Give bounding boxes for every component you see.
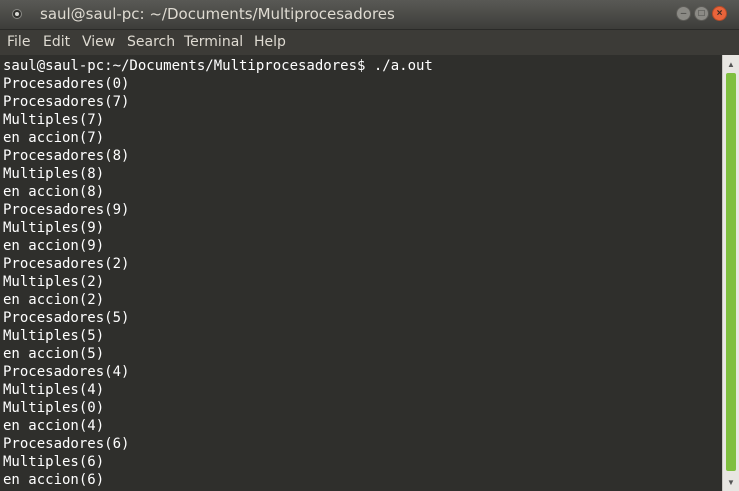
scrollbar-thumb[interactable] — [726, 73, 736, 471]
maximize-icon[interactable]: □ — [694, 6, 709, 21]
menu-search[interactable]: Search — [127, 34, 175, 50]
terminal-line: Procesadores(0) — [3, 76, 130, 92]
terminal-line: en accion(2) — [3, 292, 105, 308]
terminal-line: en accion(7) — [3, 130, 105, 146]
terminal-line: en accion(6) — [3, 472, 105, 488]
menu-bar: File Edit View Search Terminal Help — [0, 30, 739, 55]
terminal-line: en accion(5) — [3, 346, 105, 362]
menu-file[interactable]: File — [7, 34, 30, 50]
terminal-line: en accion(8) — [3, 184, 105, 200]
terminal-line: Multiples(5) — [3, 328, 105, 344]
terminal-line: Procesadores(4) — [3, 364, 130, 380]
terminal-line: Multiples(7) — [3, 112, 105, 128]
arrow-down-icon[interactable]: ▼ — [723, 475, 739, 489]
terminal-line: Multiples(2) — [3, 274, 105, 290]
title-bar[interactable]: saul@saul-pc: ~/Documents/Multiprocesado… — [0, 0, 739, 30]
menu-terminal[interactable]: Terminal — [184, 34, 243, 50]
terminal-line: Procesadores(8) — [3, 148, 130, 164]
menu-help[interactable]: Help — [254, 34, 286, 50]
terminal-line: Procesadores(6) — [3, 436, 130, 452]
terminal-line: Procesadores(5) — [3, 310, 130, 326]
terminal-line: Procesadores(2) — [3, 256, 130, 272]
terminal-line: Multiples(0) — [3, 400, 105, 416]
terminal-line: Multiples(6) — [3, 454, 105, 470]
terminal-line: Procesadores(9) — [3, 202, 130, 218]
minimize-icon[interactable]: – — [676, 6, 691, 21]
terminal-window: saul@saul-pc: ~/Documents/Multiprocesado… — [0, 0, 739, 491]
close-icon[interactable]: × — [712, 6, 727, 21]
menu-view[interactable]: View — [82, 34, 115, 50]
terminal-output[interactable]: saul@saul-pc:~/Documents/Multiprocesador… — [0, 55, 722, 491]
vertical-scrollbar[interactable]: ▲ ▼ — [722, 55, 739, 491]
terminal-app-icon — [12, 9, 22, 19]
terminal-prompt-line: saul@saul-pc:~/Documents/Multiprocesador… — [3, 58, 433, 74]
arrow-up-icon[interactable]: ▲ — [723, 57, 739, 71]
terminal-line: Multiples(4) — [3, 382, 105, 398]
menu-edit[interactable]: Edit — [43, 34, 70, 50]
terminal-line: en accion(9) — [3, 238, 105, 254]
window-title: saul@saul-pc: ~/Documents/Multiprocesado… — [40, 5, 395, 23]
terminal-line: en accion(4) — [3, 418, 105, 434]
terminal-line: Multiples(8) — [3, 166, 105, 182]
terminal-line: Multiples(9) — [3, 220, 105, 236]
terminal-text: saul@saul-pc:~/Documents/Multiprocesador… — [0, 55, 722, 489]
terminal-line: Procesadores(7) — [3, 94, 130, 110]
